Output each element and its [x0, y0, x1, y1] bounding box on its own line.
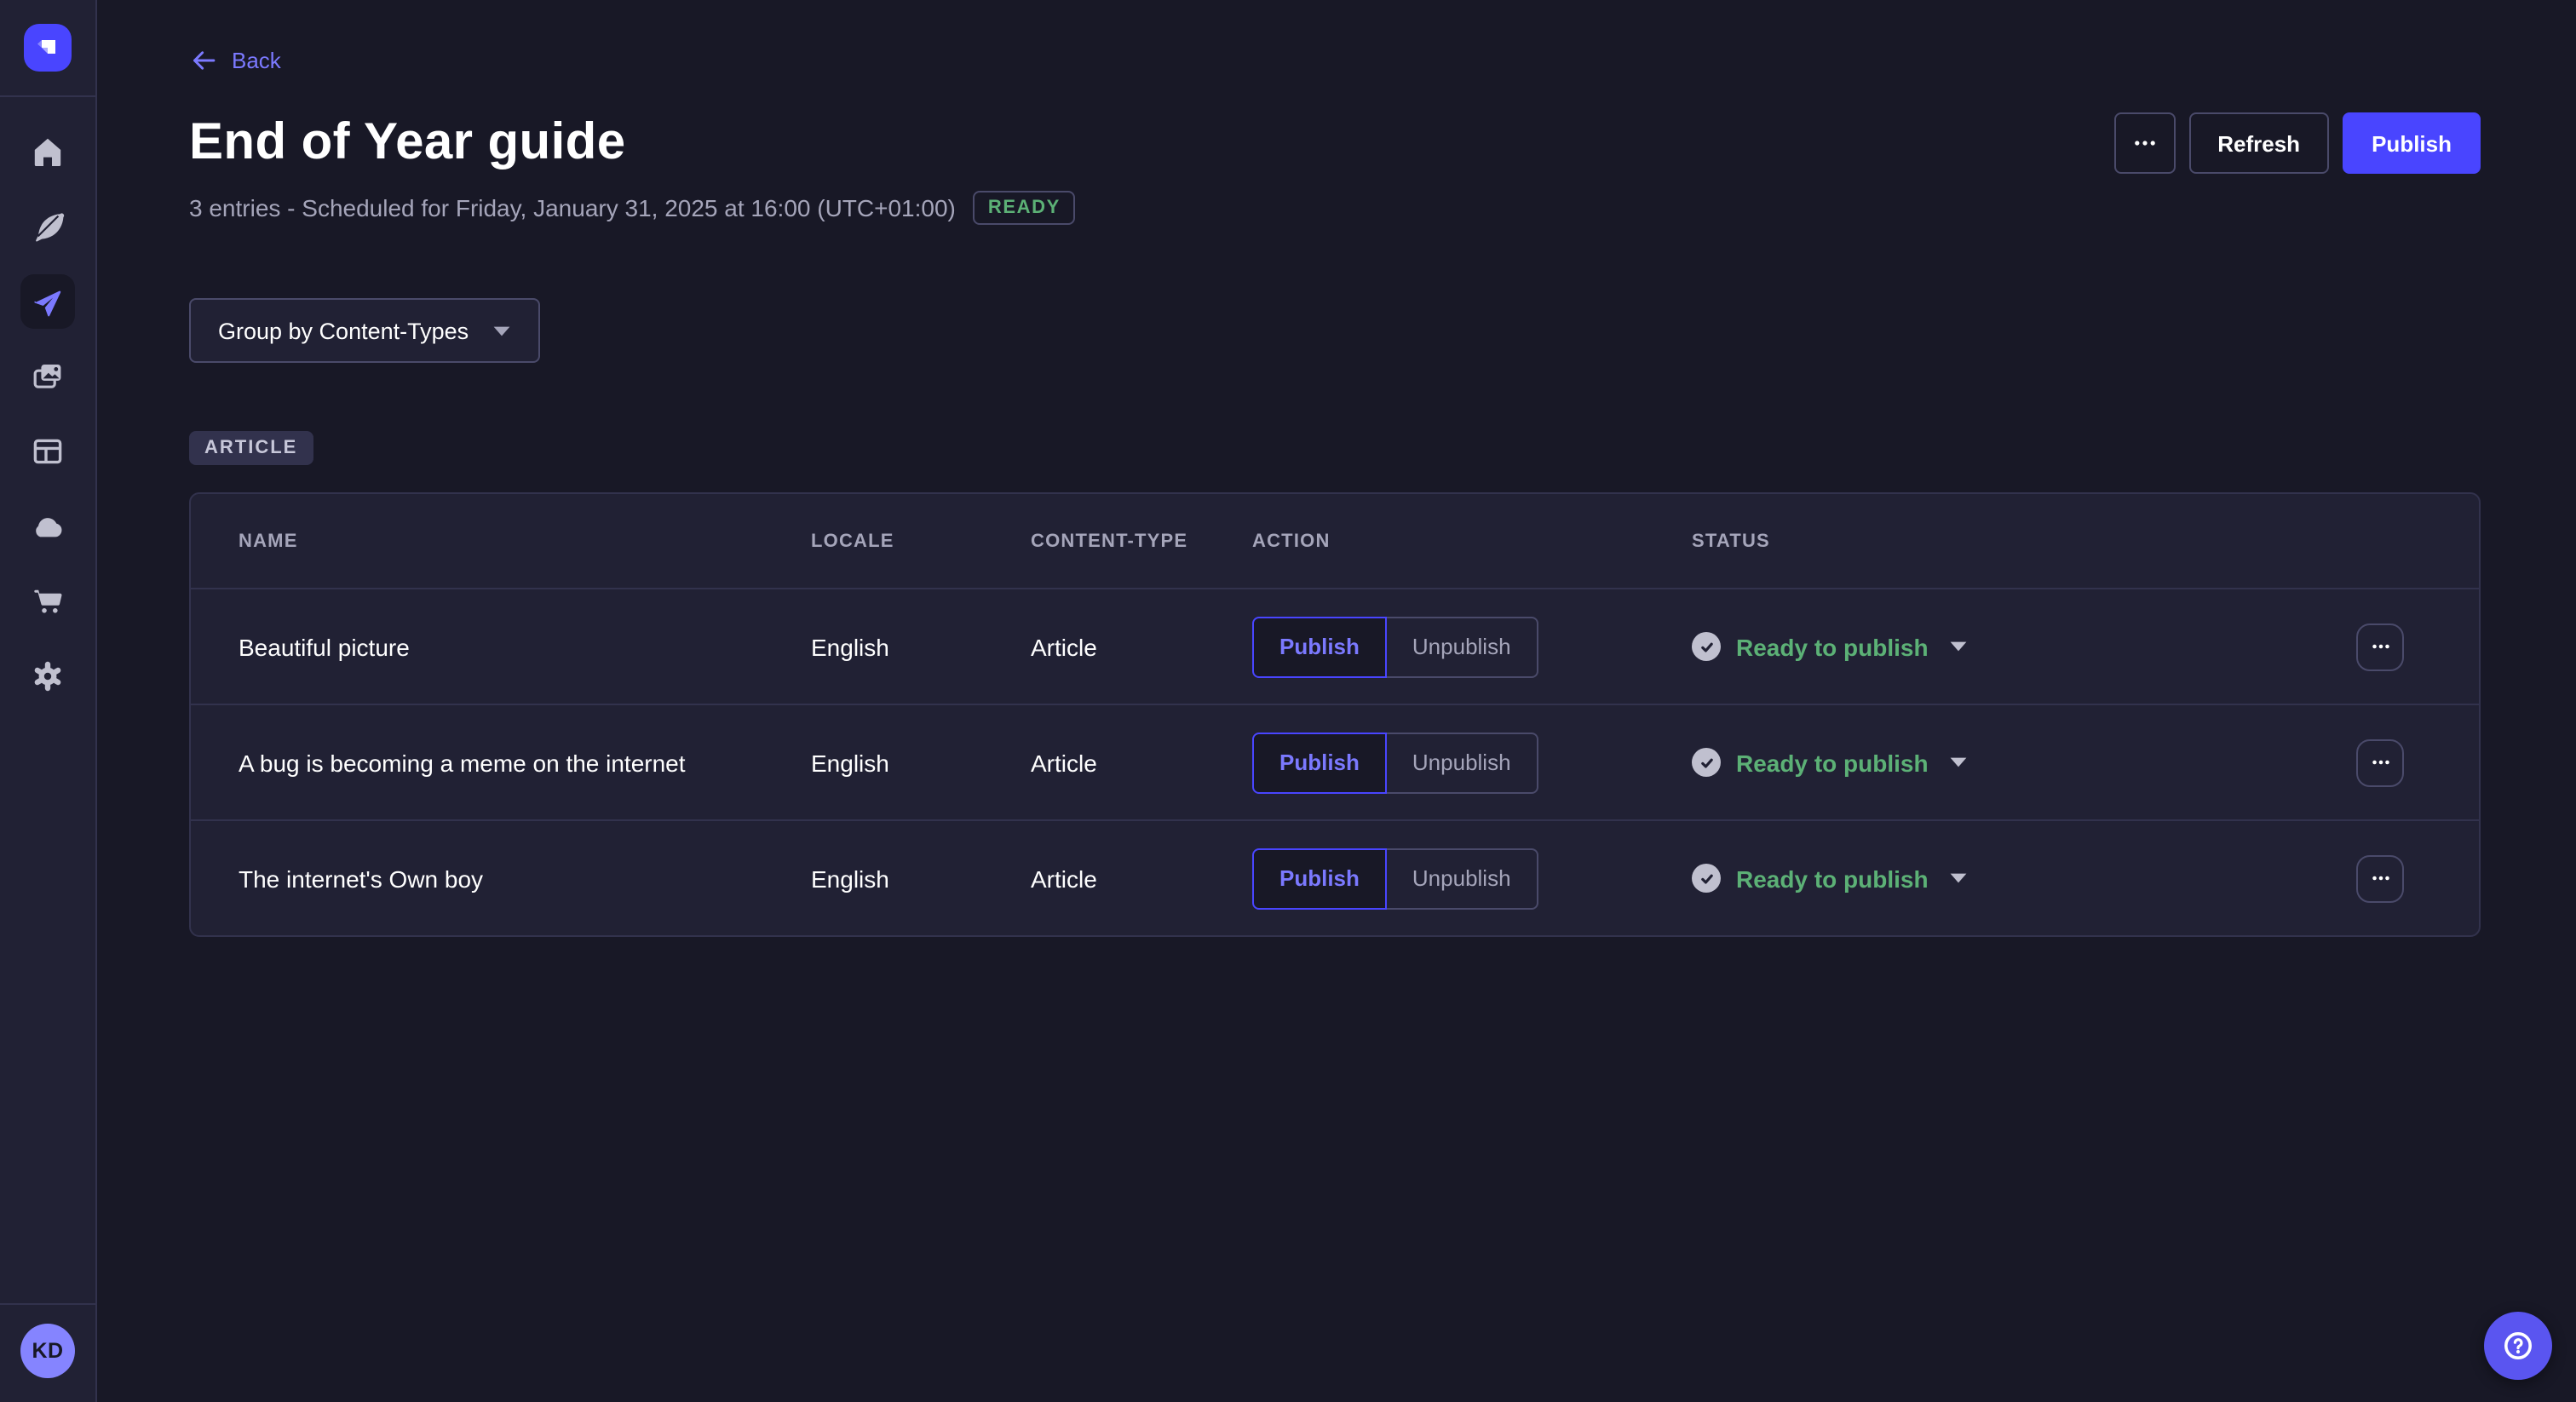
table-row: A bug is becoming a meme on the internet… [191, 704, 2479, 819]
column-header-locale: LOCALE [811, 531, 1031, 551]
content-type-builder-icon [31, 434, 65, 468]
strapi-logo-icon [34, 34, 61, 61]
entry-action-group: Publish Unpublish [1252, 848, 1692, 909]
check-circle-icon [1692, 748, 1721, 777]
release-subtitle: 3 entries - Scheduled for Friday, Januar… [189, 194, 956, 221]
check-circle-icon [1692, 864, 1721, 893]
user-avatar[interactable]: KD [20, 1324, 75, 1378]
entry-publish-button[interactable]: Publish [1252, 732, 1387, 793]
refresh-button[interactable]: Refresh [2188, 112, 2329, 174]
chevron-down-icon [1949, 756, 1968, 768]
entries-table-card: NAME LOCALE CONTENT-TYPE ACTION STATUS B… [189, 492, 2481, 937]
release-more-button[interactable] [2113, 112, 2175, 174]
cloud-icon [31, 509, 65, 543]
main-content: Back End of Year guide Refresh Publish 3… [97, 0, 2576, 1402]
entry-content-type: Article [1031, 749, 1252, 776]
table-row: The internet's Own boy English Article P… [191, 819, 2479, 935]
more-horizontal-icon [2369, 867, 2391, 889]
entry-locale: English [811, 749, 1031, 776]
table-row: Beautiful picture English Article Publis… [191, 588, 2479, 704]
sidebar-item-content-manager[interactable] [10, 189, 85, 264]
group-by-select[interactable]: Group by Content-Types [189, 298, 540, 363]
marketplace-icon [31, 584, 65, 618]
entry-name: Beautiful picture [239, 633, 811, 660]
table-header-row: NAME LOCALE CONTENT-TYPE ACTION STATUS [191, 494, 2479, 588]
more-horizontal-icon [2130, 129, 2158, 157]
column-header-status: STATUS [1692, 531, 2356, 551]
entry-name: The internet's Own boy [239, 865, 811, 892]
back-label: Back [232, 48, 281, 73]
check-circle-icon [1692, 632, 1721, 661]
entry-status-label: Ready to publish [1736, 633, 1929, 660]
active-nav-highlight [20, 274, 75, 329]
more-horizontal-icon [2369, 751, 2391, 773]
chevron-down-icon [1949, 872, 1968, 884]
sidebar-item-home[interactable] [10, 114, 85, 189]
toolbar: Group by Content-Types [189, 298, 2481, 363]
entry-unpublish-button[interactable]: Unpublish [1387, 732, 1538, 793]
entry-more-button[interactable] [2356, 623, 2404, 670]
logo-section [0, 0, 95, 97]
ready-status-badge: READY [973, 191, 1076, 225]
entry-status-dropdown[interactable]: Ready to publish [1692, 748, 2356, 777]
app-window: KD Back End of Year guide Refresh P [0, 0, 2576, 1402]
entry-content-type: Article [1031, 633, 1252, 660]
content-manager-icon [31, 210, 65, 244]
column-header-action: ACTION [1252, 531, 1692, 551]
media-library-icon [31, 359, 65, 394]
group-by-label: Group by Content-Types [218, 318, 469, 343]
entry-status-dropdown[interactable]: Ready to publish [1692, 864, 2356, 893]
sidebar-divider [0, 1303, 95, 1305]
home-icon [31, 135, 65, 169]
entry-unpublish-button[interactable]: Unpublish [1387, 848, 1538, 909]
sidebar-footer: KD [0, 1303, 95, 1402]
chevron-down-icon [1949, 641, 1968, 652]
entry-locale: English [811, 865, 1031, 892]
entry-unpublish-button[interactable]: Unpublish [1387, 616, 1538, 677]
more-horizontal-icon [2369, 635, 2391, 658]
entry-status-label: Ready to publish [1736, 865, 1929, 892]
column-header-name: NAME [239, 531, 811, 551]
sidebar-item-deploy[interactable] [10, 489, 85, 564]
sidebar-nav [0, 97, 95, 714]
sidebar-item-media-library[interactable] [10, 339, 85, 414]
sidebar-item-marketplace[interactable] [10, 564, 85, 639]
entry-action-group: Publish Unpublish [1252, 616, 1692, 677]
entry-status-label: Ready to publish [1736, 749, 1929, 776]
sidebar: KD [0, 0, 97, 1402]
entry-publish-button[interactable]: Publish [1252, 848, 1387, 909]
strapi-logo[interactable] [24, 24, 72, 72]
chevron-down-icon [492, 325, 511, 336]
entry-more-button[interactable] [2356, 854, 2404, 902]
subtitle-row: 3 entries - Scheduled for Friday, Januar… [189, 191, 2481, 225]
header-actions: Refresh Publish [2113, 112, 2481, 174]
sidebar-item-releases[interactable] [10, 264, 85, 339]
releases-icon [32, 286, 63, 317]
column-header-content-type: CONTENT-TYPE [1031, 531, 1252, 551]
entry-status-dropdown[interactable]: Ready to publish [1692, 632, 2356, 661]
entry-publish-button[interactable]: Publish [1252, 616, 1387, 677]
entry-action-group: Publish Unpublish [1252, 732, 1692, 793]
sidebar-item-content-type-builder[interactable] [10, 414, 85, 489]
help-button[interactable] [2484, 1312, 2552, 1380]
sidebar-item-settings[interactable] [10, 639, 85, 714]
table-body: Beautiful picture English Article Publis… [191, 588, 2479, 935]
back-link[interactable]: Back [189, 46, 281, 75]
entry-locale: English [811, 633, 1031, 660]
question-circle-icon [2501, 1329, 2535, 1363]
publish-release-button[interactable]: Publish [2343, 112, 2481, 174]
back-row: Back [189, 0, 2481, 83]
entry-content-type: Article [1031, 865, 1252, 892]
entry-name: A bug is becoming a meme on the internet [239, 749, 811, 776]
settings-icon [31, 659, 65, 693]
page-title: End of Year guide [189, 114, 625, 172]
title-row: End of Year guide Refresh Publish [189, 112, 2481, 174]
content-type-group-badge: ARTICLE [189, 431, 313, 465]
arrow-left-icon [189, 46, 218, 75]
entry-more-button[interactable] [2356, 738, 2404, 786]
